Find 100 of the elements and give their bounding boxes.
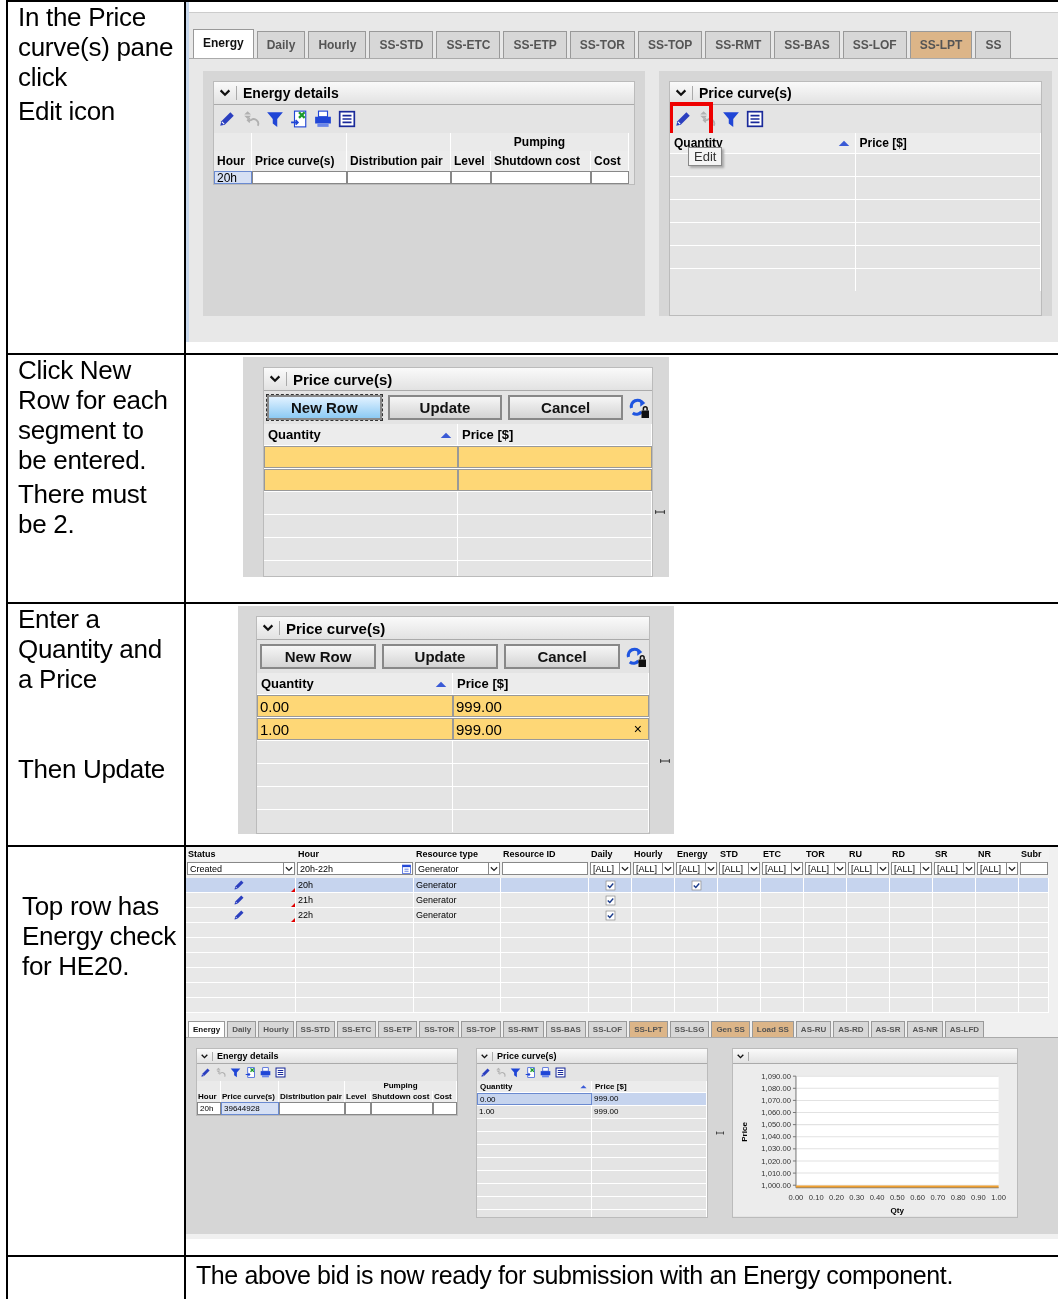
printer-icon[interactable] (540, 1067, 551, 1078)
tab[interactable]: Gen SS (711, 1021, 750, 1037)
input-field[interactable]: 1.00 (257, 718, 453, 740)
input-field[interactable]: 0.00 (257, 695, 453, 717)
dropdown-arrow-icon[interactable] (705, 863, 716, 874)
checklist-icon[interactable] (746, 110, 764, 128)
spreadsheet-icon[interactable] (525, 1067, 536, 1078)
tab[interactable]: SS-LSG (669, 1021, 710, 1037)
tab[interactable]: SS-ETC (436, 31, 501, 58)
panel-button[interactable]: New Row (267, 395, 382, 420)
tab[interactable]: SS-TOR (569, 31, 635, 58)
tab[interactable]: Load SS (751, 1021, 794, 1037)
checkbox[interactable] (604, 894, 616, 906)
resize-handle-icon[interactable] (660, 756, 670, 766)
tab[interactable]: SS-LOF (587, 1021, 628, 1037)
filter-dropdown[interactable]: [ALL] (934, 862, 975, 875)
tab[interactable]: SS-ETC (336, 1021, 377, 1037)
filter-dropdown[interactable]: [ALL] (805, 862, 846, 875)
panel-button[interactable]: Update (387, 395, 503, 420)
printer-icon[interactable] (260, 1067, 271, 1078)
filter-field[interactable]: 20h-22h (297, 862, 413, 875)
filter-dropdown[interactable]: Generator (415, 862, 500, 875)
tab[interactable]: AS-SR (870, 1021, 906, 1037)
printer-icon[interactable] (314, 110, 332, 128)
panel-button[interactable]: Update (382, 644, 498, 669)
dropdown-arrow-icon[interactable] (662, 863, 673, 874)
tab[interactable]: SS-STD (369, 31, 434, 58)
tab[interactable]: SS-ETP (503, 31, 567, 58)
tab[interactable]: Daily (227, 1021, 257, 1037)
filter-icon[interactable] (510, 1067, 521, 1078)
pencil-icon[interactable] (674, 110, 692, 128)
tab[interactable]: SS-LPT (909, 31, 973, 58)
tab[interactable]: AS-RD (833, 1021, 869, 1037)
tab[interactable]: AS-RU (795, 1021, 832, 1037)
resize-handle-icon[interactable] (655, 507, 665, 517)
refresh-lock-icon[interactable] (629, 397, 649, 418)
tab[interactable]: Daily (256, 31, 306, 58)
tab[interactable]: SS-RMT (705, 31, 772, 58)
calendar-icon[interactable] (401, 863, 412, 874)
tab[interactable]: SS-RMT (502, 1021, 544, 1037)
dropdown-arrow-icon[interactable] (877, 863, 888, 874)
filter-field[interactable] (1020, 862, 1048, 875)
filter-dropdown[interactable]: [ALL] (977, 862, 1018, 875)
tab[interactable]: SS-LOF (842, 31, 907, 58)
checklist-icon[interactable] (275, 1067, 286, 1078)
input-field[interactable] (264, 446, 458, 468)
pencil-icon[interactable] (218, 110, 236, 128)
tab[interactable]: SS-TOP (461, 1021, 501, 1037)
filter-dropdown[interactable]: Created (187, 862, 295, 875)
pencil-icon[interactable] (480, 1067, 491, 1078)
checkbox[interactable] (604, 879, 616, 891)
tab[interactable]: Energy (188, 1021, 226, 1037)
dropdown-arrow-icon[interactable] (963, 863, 974, 874)
dropdown-arrow-icon[interactable] (1006, 863, 1017, 874)
filter-icon[interactable] (722, 110, 740, 128)
resize-handle-icon[interactable] (716, 1129, 724, 1137)
filter-dropdown[interactable]: [ALL] (719, 862, 760, 875)
input-field[interactable] (264, 469, 458, 491)
filter-icon[interactable] (230, 1067, 241, 1078)
checkbox[interactable] (690, 879, 702, 891)
panel-button[interactable]: New Row (260, 644, 376, 669)
filter-dropdown[interactable]: [ALL] (848, 862, 889, 875)
refresh-lock-icon[interactable] (626, 646, 646, 667)
input-field[interactable] (458, 446, 652, 468)
dropdown-arrow-icon[interactable] (748, 863, 759, 874)
filter-dropdown[interactable]: [ALL] (633, 862, 674, 875)
input-field[interactable]: 999.00 × (453, 718, 649, 740)
tab[interactable]: SS-BAS (545, 1021, 586, 1037)
dropdown-arrow-icon[interactable] (283, 863, 294, 874)
tab[interactable]: AS-NR (907, 1021, 943, 1037)
pencil-icon[interactable] (233, 894, 245, 906)
tab[interactable]: SS-ETP (378, 1021, 418, 1037)
tab[interactable]: AS-LFD (944, 1021, 985, 1037)
filter-dropdown[interactable]: [ALL] (762, 862, 803, 875)
checkbox[interactable] (604, 909, 616, 921)
tab[interactable]: Hourly (308, 31, 367, 58)
pencil-icon[interactable] (233, 879, 245, 891)
dropdown-arrow-icon[interactable] (920, 863, 931, 874)
filter-dropdown[interactable]: [ALL] (676, 862, 717, 875)
panel-button[interactable]: Cancel (504, 644, 620, 669)
filter-field[interactable] (502, 862, 588, 875)
tab[interactable]: SS-TOP (637, 31, 703, 58)
tab[interactable]: SS-STD (295, 1021, 335, 1037)
dropdown-arrow-icon[interactable] (488, 863, 499, 874)
input-field[interactable] (458, 469, 652, 491)
filter-dropdown[interactable]: [ALL] (891, 862, 932, 875)
sort-ascending-icon[interactable] (579, 1083, 588, 1090)
tab[interactable]: SS-TOR (419, 1021, 460, 1037)
tab[interactable]: Energy (193, 29, 254, 58)
checklist-icon[interactable] (338, 110, 356, 128)
spreadsheet-icon[interactable] (245, 1067, 256, 1078)
filter-icon[interactable] (266, 110, 284, 128)
pencil-icon[interactable] (233, 909, 245, 921)
undo-icon[interactable] (698, 110, 716, 128)
input-field[interactable]: 999.00 (453, 695, 649, 717)
dropdown-arrow-icon[interactable] (619, 863, 630, 874)
checklist-icon[interactable] (555, 1067, 566, 1078)
filter-dropdown[interactable]: [ALL] (590, 862, 631, 875)
tab[interactable]: SS (975, 31, 1012, 58)
dropdown-arrow-icon[interactable] (834, 863, 845, 874)
